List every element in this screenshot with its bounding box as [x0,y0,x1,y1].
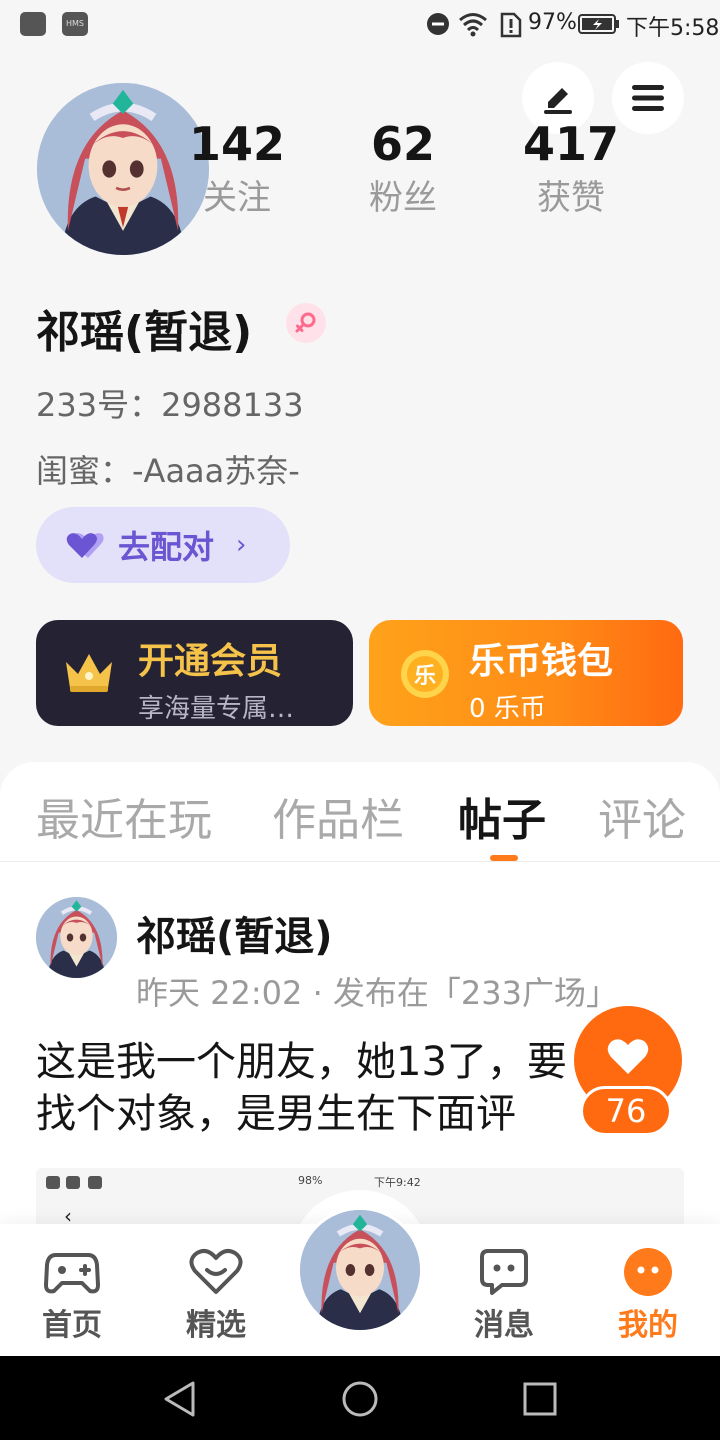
thumb-status-icon [88,1176,102,1189]
back-triangle-icon[interactable] [162,1380,198,1418]
thumb-time: 下午9:42 [374,1176,421,1189]
face-icon [624,1248,672,1296]
tab-posts[interactable]: 帖子 [458,784,546,848]
notification-app-icon [20,12,46,36]
wallet-card-title: 乐币钱包 [469,641,614,682]
following-label: 关注 [203,178,271,218]
post-meta: 昨天 22:02 · 发布在「233广场」 [136,974,618,1012]
vip-card[interactable]: 开通会员 享海量专属… [36,620,353,726]
wallet-balance: 0 乐币 [469,694,546,724]
nav-featured[interactable]: 精选 [166,1244,266,1344]
pen-icon [544,88,572,114]
crown-icon [66,654,112,692]
system-navigation-bar [0,1356,720,1440]
nav-home[interactable]: 首页 [22,1244,122,1344]
female-gender-icon [286,303,326,343]
nav-featured-label: 精选 [186,1308,246,1343]
tab-comments[interactable]: 评论 [598,784,686,848]
nav-mine-label: 我的 [618,1308,678,1343]
tab-recently-played[interactable]: 最近在玩 [36,784,212,848]
bestie-line[interactable]: 闺蜜：-Aaaa苏奈- [36,446,300,492]
gamepad-icon [44,1253,100,1294]
nav-center-avatar[interactable] [297,1207,423,1333]
heart-smile-icon [189,1248,243,1294]
recents-square-icon[interactable] [522,1381,558,1417]
post-author-avatar[interactable] [36,897,117,978]
thumb-status-icon [66,1176,80,1189]
profile-name: 祁瑶(暂退) [36,307,253,358]
battery-charging-icon [578,14,619,34]
pair-button[interactable]: 去配对 › [36,507,290,583]
nav-messages[interactable]: 消息 [454,1244,554,1344]
like-count: 76 [580,1086,672,1136]
fans-label: 粉丝 [369,178,437,218]
chevron-right-icon: › [236,530,247,560]
post-author-name[interactable]: 祁瑶(暂退) [136,904,333,962]
tabs-divider [0,861,720,862]
following-count: 142 [188,117,286,171]
chat-bubble-icon [480,1249,528,1295]
thumb-status-icon [46,1176,60,1189]
pair-button-label: 去配对 [118,528,215,566]
fans-count: 62 [370,117,435,171]
stat-following[interactable]: 142 关注 [157,118,317,218]
clock: 下午5:58 [626,16,720,41]
likes-received-label: 获赞 [537,178,605,218]
home-circle-icon[interactable] [341,1380,379,1418]
nav-messages-label: 消息 [474,1308,534,1343]
stat-likes[interactable]: 417 获赞 [491,118,651,218]
alert-sim-icon [500,12,522,38]
vip-card-subtitle: 享海量专属… [138,694,295,724]
vip-card-title: 开通会员 [138,641,283,682]
wifi-icon [459,13,487,37]
battery-percent: 97% [528,10,577,35]
coin-char: 乐 [413,664,436,689]
user-id: 233号：2988133 [36,386,304,424]
post-text[interactable]: 这是我一个朋友，她13了，要找个对象，是男生在下面评 [36,1036,596,1140]
tab-works[interactable]: 作品栏 [272,784,404,848]
double-heart-icon [66,533,104,558]
likes-received-count: 417 [522,117,620,171]
do-not-disturb-icon [427,13,449,35]
nav-mine[interactable]: 我的 [598,1244,698,1344]
thumb-battery: 98% [298,1174,323,1187]
nav-home-label: 首页 [42,1308,102,1343]
wallet-card[interactable]: 乐 乐币钱包 0 乐币 [369,620,683,726]
heart-icon [607,1039,649,1074]
hamburger-menu-icon [632,85,664,111]
stat-fans[interactable]: 62 粉丝 [323,118,483,218]
hms-icon: HMS [62,12,88,36]
